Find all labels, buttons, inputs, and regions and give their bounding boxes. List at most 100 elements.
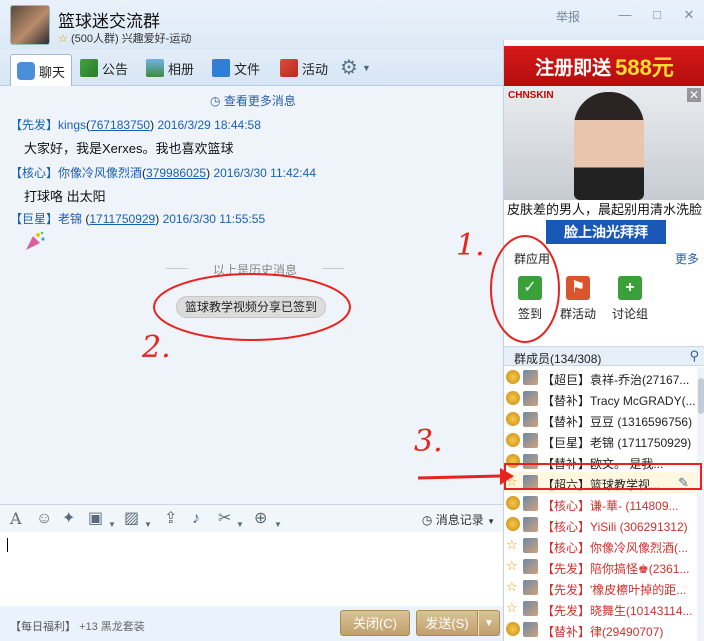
pennant-icon [280,59,298,77]
more-tools-icon[interactable]: ⊕ [254,509,267,529]
maximize-icon[interactable]: □ [646,6,668,24]
member-level-icon [506,622,520,636]
scissors-icon[interactable]: ✂ [218,509,231,529]
member-level-icon [506,391,520,405]
edit-card-icon[interactable]: ✎ [678,475,689,491]
member-row[interactable]: 【核心】谦-華- (114809... [504,493,697,514]
tab-announcement[interactable]: 公告 [74,54,134,82]
member-role: 【超巨】 [542,373,591,387]
member-row[interactable]: 【替补】Tracy McGRADY(... [504,388,697,409]
member-avatar [523,517,538,532]
checkmark-icon: ✓ [518,276,542,300]
group-avatar[interactable] [10,5,50,45]
message-input[interactable] [0,532,503,606]
text-caret [7,538,8,552]
upload-icon[interactable]: ⇪ [164,509,177,529]
daily-welfare-promo[interactable]: 【每日福利】 +13 黑龙套装 [10,618,145,634]
group-subtitle: ☆ (500人群) 兴趣爱好-运动 [58,30,191,46]
member-avatar [523,475,538,490]
gear-icon: ⚙ [340,57,358,79]
emoji-icon[interactable]: ☺ [36,509,52,529]
member-row[interactable]: 【替补】豆豆 (1316596756) [504,409,697,430]
member-avatar [523,370,538,385]
search-icon[interactable]: ⚲ [689,348,699,364]
tab-album[interactable]: 相册 [140,54,200,82]
app-group-activity[interactable]: ⚑ 群活动 [556,276,600,322]
member-row[interactable]: 【核心】YiSili (306291312) [504,514,697,535]
member-label: 【先发】陪你搞怪♚(2361... [542,560,689,577]
clock-icon: ◷ [421,513,433,527]
close-icon[interactable]: ✕ [678,6,700,24]
member-label: 【超巨】袁祥-乔治(27167... [542,371,689,388]
ad-slogan[interactable]: 脸上油光拜拜 [546,220,666,244]
star-icon: ☆ [58,33,68,45]
group-category: 兴趣爱好-运动 [121,33,192,45]
member-row[interactable]: ☆ 【先发】晓舞生(10143114... [504,598,697,619]
report-link[interactable]: 举报 [556,8,580,25]
minimize-icon[interactable]: — [614,6,636,24]
view-more-messages-link[interactable]: ◷ 查看更多消息 [210,92,296,109]
ad-image[interactable]: CHNSKIN ✕ [504,86,704,200]
tab-files[interactable]: 文件 [206,54,266,82]
magic-wand-icon[interactable]: ✦ [62,509,75,529]
ad-brand: CHNSKIN [508,90,554,101]
send-options-chevron-icon[interactable]: ▼ [478,610,500,636]
member-row[interactable]: ☆ 【先发】陪你搞怪♚(2361... [504,556,697,577]
member-avatar [523,433,538,448]
member-label: 【超六】篮球教学视... [542,476,660,493]
member-label: 【替补】律(29490707) [542,623,663,640]
close-button[interactable]: 关闭(C) [340,610,410,636]
gift-icon[interactable]: ▣ [88,509,103,529]
group-apps-more-link[interactable]: 更多 [675,250,699,267]
member-name: 律(29490707) [590,625,664,639]
star-icon: ☆ [506,474,518,489]
group-member-count: (500人群) [70,33,119,45]
member-level-icon [506,496,520,510]
tab-chat-label: 聊天 [39,64,66,80]
flag-icon [80,59,98,77]
group-apps-header: 群应用 更多 [504,248,704,266]
member-row[interactable]: ☆ 【超六】篮球教学视... ✎ [504,472,697,493]
member-row[interactable]: ☆ 【核心】你像冷风像烈酒(... [504,535,697,556]
app-discussion[interactable]: + 讨论组 [608,276,652,322]
chat-area: ◷ 查看更多消息 【先发】kings(767183750) 2016/3/29 … [0,86,503,504]
settings-menu[interactable]: ⚙ ▼ [334,54,377,82]
member-avatar [523,412,538,427]
music-icon[interactable]: ♪ [192,509,200,529]
member-level-icon [506,517,520,531]
member-row[interactable]: 【巨星】老锦 (1711750929) [504,430,697,451]
right-panel: 注册即送 588元 CHNSKIN ✕ 皮肤差的男人，晨起别用清水洗脸 脸上油光… [503,40,704,641]
member-name: YiSili (306291312) [590,520,688,534]
plus-icon: + [618,276,642,300]
member-role: 【核心】 [542,499,591,513]
ad-caption[interactable]: 皮肤差的男人，晨起别用清水洗脸 [504,200,704,220]
member-row[interactable]: 【超巨】袁祥-乔治(27167... [504,367,697,388]
font-icon[interactable]: A [10,509,22,529]
member-row[interactable]: ☆ 【先发】'橡皮檫叶掉的距... [504,577,697,598]
member-row[interactable]: 【替补】律(29490707) [504,619,697,640]
member-avatar [523,391,538,406]
group-apps-title: 群应用 [514,252,551,266]
bottom-bar: 【每日福利】 +13 黑龙套装 关闭(C) 发送(S) ▼ [0,606,503,641]
member-label: 【巨星】老锦 (1711750929) [542,434,691,451]
scrollbar-thumb[interactable] [698,378,704,414]
star-icon: ☆ [506,600,518,615]
ad-banner[interactable]: 注册即送 588元 [504,46,704,86]
tab-activity[interactable]: 活动 [274,54,334,82]
message-text: 大家好，我是Xerxes。我也喜欢篮球 [24,141,234,156]
member-row[interactable]: 【替补】欧文。 是我... [504,451,697,472]
app-signin[interactable]: ✓ 签到 [508,276,552,322]
ad-close-icon[interactable]: ✕ [687,88,701,102]
member-avatar [523,538,538,553]
tab-announcement-label: 公告 [102,61,129,77]
member-role: 【替补】 [542,625,591,639]
member-name: 老锦 (1711750929) [590,436,692,450]
member-avatar [523,496,538,511]
message-history-button[interactable]: ◷ 消息记录 ▼ [422,511,495,528]
member-label: 【替补】欧文。 是我... [542,455,663,472]
member-level-icon [506,454,520,468]
image-icon[interactable]: ▨ [124,509,139,529]
member-name: 篮球教学视... [590,478,661,492]
send-button[interactable]: 发送(S) [416,610,478,636]
tab-chat[interactable]: 聊天 [10,54,73,87]
